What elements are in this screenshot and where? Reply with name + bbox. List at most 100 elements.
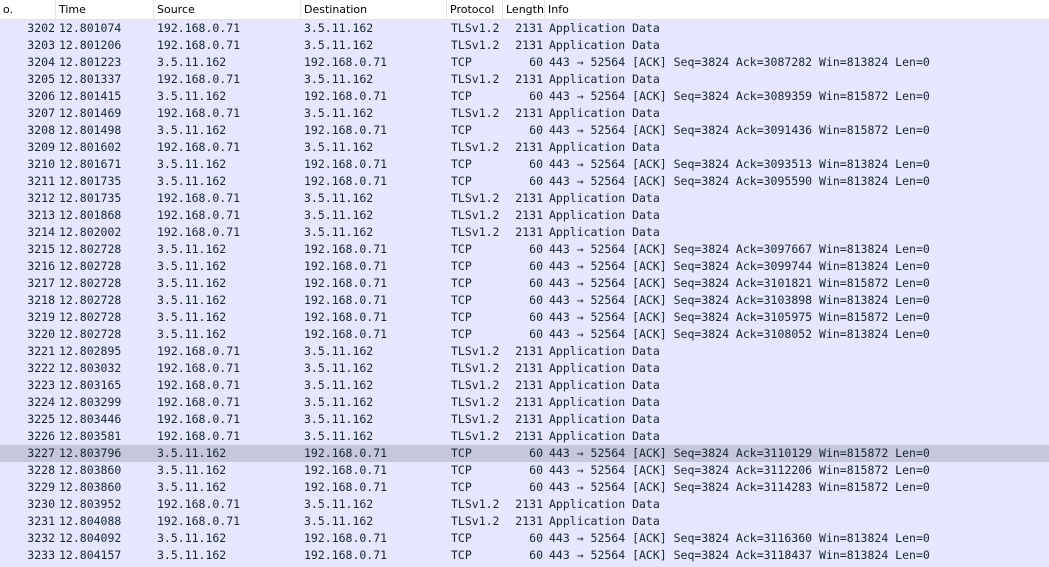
packet-protocol: TLSv1.2 xyxy=(451,21,500,35)
table-row[interactable]: 3222 12.803032 192.168.0.71 3.5.11.162 TLSv1… xyxy=(0,360,1049,377)
packet-length: 2131 xyxy=(515,412,543,426)
packet-info: Application Data xyxy=(549,361,660,375)
packet-source: 192.168.0.71 xyxy=(157,106,241,120)
table-row[interactable]: 3227 12.803796 3.5.11.162 192.168.0.71 TCP 60… xyxy=(0,445,1049,462)
table-row[interactable]: 3220 12.802728 3.5.11.162 192.168.0.71 TCP 60… xyxy=(0,326,1049,343)
packet-info: Application Data xyxy=(549,514,660,528)
table-row[interactable]: 3221 12.802895 192.168.0.71 3.5.11.162 TLSv1… xyxy=(0,343,1049,360)
table-row[interactable]: 3231 12.804088 192.168.0.71 3.5.11.162 TLSv1… xyxy=(0,513,1049,530)
packet-destination: 3.5.11.162 xyxy=(304,72,374,86)
packet-info: Application Data xyxy=(549,106,660,120)
packet-source: 192.168.0.71 xyxy=(157,140,241,154)
packet-source: 3.5.11.162 xyxy=(157,55,227,69)
packet-length: 60 xyxy=(529,310,543,324)
table-row[interactable]: 3229 12.803860 3.5.11.162 192.168.0.71 TCP 60… xyxy=(0,479,1049,496)
table-row[interactable]: 3230 12.803952 192.168.0.71 3.5.11.162 TLSv1… xyxy=(0,496,1049,513)
table-row[interactable]: 3233 12.804157 3.5.11.162 192.168.0.71 TCP 60… xyxy=(0,547,1049,564)
packet-info: Application Data xyxy=(549,140,660,154)
packet-info: 443 → 52564 [ACK] Seq=3824 Ack=3095590 W… xyxy=(549,174,930,188)
packet-time: 12.802002 xyxy=(59,225,122,239)
packet-time: 12.803165 xyxy=(59,378,122,392)
table-row[interactable]: 3214 12.802002 192.168.0.71 3.5.11.162 TLSv1… xyxy=(0,224,1049,241)
packet-destination: 3.5.11.162 xyxy=(304,21,374,35)
packet-number: 3208 xyxy=(27,123,55,137)
packet-length: 60 xyxy=(529,174,543,188)
table-row[interactable]: 3215 12.802728 3.5.11.162 192.168.0.71 TCP 60… xyxy=(0,241,1049,258)
packet-number: 3225 xyxy=(27,412,55,426)
packet-length: 60 xyxy=(529,123,543,137)
column-header-protocol[interactable]: Protocol xyxy=(447,0,503,19)
packet-number: 3233 xyxy=(27,548,55,562)
column-header-info[interactable]: Info xyxy=(545,0,1049,19)
table-row[interactable]: 3218 12.802728 3.5.11.162 192.168.0.71 TCP 60… xyxy=(0,292,1049,309)
packet-source: 3.5.11.162 xyxy=(157,446,227,460)
packet-source: 3.5.11.162 xyxy=(157,157,227,171)
packet-protocol: TCP xyxy=(451,463,472,477)
packet-destination: 192.168.0.71 xyxy=(304,548,388,562)
table-row[interactable]: 3232 12.804092 3.5.11.162 192.168.0.71 TCP 60… xyxy=(0,530,1049,547)
packet-number: 3226 xyxy=(27,429,55,443)
packet-info: 443 → 52564 [ACK] Seq=3824 Ack=3093513 W… xyxy=(549,157,930,171)
table-row[interactable]: 3203 12.801206 192.168.0.71 3.5.11.162 TLSv1… xyxy=(0,37,1049,54)
packet-list-pane[interactable]: o. Time Source Destination Protocol Leng… xyxy=(0,0,1049,567)
packet-length: 60 xyxy=(529,548,543,562)
packet-source: 3.5.11.162 xyxy=(157,123,227,137)
packet-source: 192.168.0.71 xyxy=(157,225,241,239)
table-row[interactable]: 3213 12.801868 192.168.0.71 3.5.11.162 TLSv1… xyxy=(0,207,1049,224)
packet-number: 3217 xyxy=(27,276,55,290)
packet-number: 3204 xyxy=(27,55,55,69)
table-row[interactable]: 3210 12.801671 3.5.11.162 192.168.0.71 TCP 60… xyxy=(0,156,1049,173)
table-row[interactable]: 3225 12.803446 192.168.0.71 3.5.11.162 TLSv1… xyxy=(0,411,1049,428)
packet-time: 12.801074 xyxy=(59,21,122,35)
table-row[interactable]: 3208 12.801498 3.5.11.162 192.168.0.71 TCP 60… xyxy=(0,122,1049,139)
table-row[interactable]: 3216 12.802728 3.5.11.162 192.168.0.71 TCP 60… xyxy=(0,258,1049,275)
table-row[interactable]: 3212 12.801735 192.168.0.71 3.5.11.162 TLSv1… xyxy=(0,190,1049,207)
packet-info: 443 → 52564 [ACK] Seq=3824 Ack=3103898 W… xyxy=(549,293,930,307)
packet-length: 60 xyxy=(529,480,543,494)
table-row[interactable]: 3224 12.803299 192.168.0.71 3.5.11.162 TLSv1… xyxy=(0,394,1049,411)
packet-source: 192.168.0.71 xyxy=(157,72,241,86)
column-header-source[interactable]: Source xyxy=(154,0,301,19)
column-header-no[interactable]: o. xyxy=(0,0,56,19)
column-header-time[interactable]: Time xyxy=(56,0,154,19)
table-row[interactable]: 3202 12.801074 192.168.0.71 3.5.11.162 TLSv1… xyxy=(0,20,1049,37)
packet-time: 12.802728 xyxy=(59,327,122,341)
packet-info: 443 → 52564 [ACK] Seq=3824 Ack=3097667 W… xyxy=(549,242,930,256)
packet-number: 3207 xyxy=(27,106,55,120)
table-row[interactable]: 3205 12.801337 192.168.0.71 3.5.11.162 TLSv1… xyxy=(0,71,1049,88)
table-row[interactable]: 3204 12.801223 3.5.11.162 192.168.0.71 TCP 60… xyxy=(0,54,1049,71)
packet-destination: 3.5.11.162 xyxy=(304,395,374,409)
packet-destination: 192.168.0.71 xyxy=(304,242,388,256)
table-row[interactable]: 3228 12.803860 3.5.11.162 192.168.0.71 TCP 60… xyxy=(0,462,1049,479)
table-row[interactable]: 3219 12.802728 3.5.11.162 192.168.0.71 TCP 60… xyxy=(0,309,1049,326)
packet-protocol: TLSv1.2 xyxy=(451,412,500,426)
column-header-destination[interactable]: Destination xyxy=(301,0,447,19)
table-row[interactable]: 3217 12.802728 3.5.11.162 192.168.0.71 TCP 60… xyxy=(0,275,1049,292)
packet-time: 12.802728 xyxy=(59,310,122,324)
table-row[interactable]: 3209 12.801602 192.168.0.71 3.5.11.162 TLSv1… xyxy=(0,139,1049,156)
packet-length: 60 xyxy=(529,259,543,273)
packet-protocol: TCP xyxy=(451,293,472,307)
packet-destination: 3.5.11.162 xyxy=(304,208,374,222)
table-row[interactable]: 3226 12.803581 192.168.0.71 3.5.11.162 TLSv1… xyxy=(0,428,1049,445)
table-row[interactable]: 3223 12.803165 192.168.0.71 3.5.11.162 TLSv1… xyxy=(0,377,1049,394)
packet-time: 12.804157 xyxy=(59,548,122,562)
table-row[interactable]: 3206 12.801415 3.5.11.162 192.168.0.71 TCP 60… xyxy=(0,88,1049,105)
packet-number: 3215 xyxy=(27,242,55,256)
packet-destination: 192.168.0.71 xyxy=(304,276,388,290)
packet-number: 3223 xyxy=(27,378,55,392)
packet-source: 192.168.0.71 xyxy=(157,38,241,52)
column-header-length[interactable]: Length xyxy=(503,0,545,19)
packet-length: 2131 xyxy=(515,21,543,35)
packet-number: 3219 xyxy=(27,310,55,324)
table-row[interactable]: 3207 12.801469 192.168.0.71 3.5.11.162 TLSv1… xyxy=(0,105,1049,122)
packet-source: 192.168.0.71 xyxy=(157,412,241,426)
packet-info: 443 → 52564 [ACK] Seq=3824 Ack=3112206 W… xyxy=(549,463,930,477)
packet-protocol: TCP xyxy=(451,55,472,69)
table-row[interactable]: 3211 12.801735 3.5.11.162 192.168.0.71 TCP 60… xyxy=(0,173,1049,190)
packet-protocol: TCP xyxy=(451,157,472,171)
packet-source: 192.168.0.71 xyxy=(157,208,241,222)
packet-source: 3.5.11.162 xyxy=(157,327,227,341)
packet-number: 3209 xyxy=(27,140,55,154)
packet-protocol: TCP xyxy=(451,480,472,494)
